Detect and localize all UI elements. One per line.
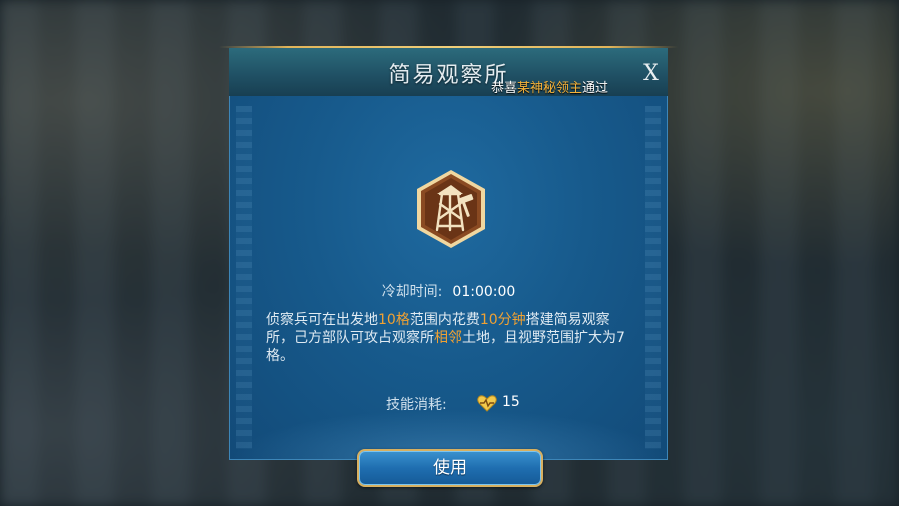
dialog-body: 冷却时间: 01:00:00 侦察兵可在出发地10格范围内花费10分钟搭建简易观察… xyxy=(229,96,668,487)
cooldown-value: 01:00:00 xyxy=(452,284,516,300)
cooldown-row: 冷却时间: 01:00:00 xyxy=(230,281,667,301)
ticker-player-name: 某神秘领主 xyxy=(517,81,583,95)
stamina-heart-icon xyxy=(477,395,497,412)
cost-value: 15 xyxy=(502,394,520,410)
cooldown-label: 冷却时间: xyxy=(381,284,443,300)
skill-description: 侦察兵可在出发地10格范围内花费10分钟搭建简易观察所，己方部队可攻占观察所相邻… xyxy=(266,311,636,365)
desc-highlight-range: 10格 xyxy=(378,312,410,328)
desc-text-1: 侦察兵可在出发地 xyxy=(266,312,378,328)
desc-highlight-adjacent: 相邻 xyxy=(434,330,462,346)
use-button[interactable]: 使用 xyxy=(357,449,543,487)
announcement-ticker: 恭喜某神秘领主通过 xyxy=(491,77,621,95)
cost-label: 技能消耗: xyxy=(386,397,447,413)
watchtower-hammer-icon xyxy=(417,170,485,248)
desc-text-2: 范围内花费 xyxy=(409,312,480,328)
desc-highlight-time: 10分钟 xyxy=(479,312,526,328)
skill-dialog: 简易观察所 恭喜某神秘领主通过 X 冷却时间: 01:00:00 侦察兵可在出发… xyxy=(219,46,678,487)
dialog-header: 简易观察所 恭喜某神秘领主通过 X xyxy=(229,48,668,97)
ticker-prefix: 恭喜 xyxy=(491,81,518,95)
ticker-suffix: 通过 xyxy=(582,81,609,95)
close-button[interactable]: X xyxy=(639,62,663,86)
